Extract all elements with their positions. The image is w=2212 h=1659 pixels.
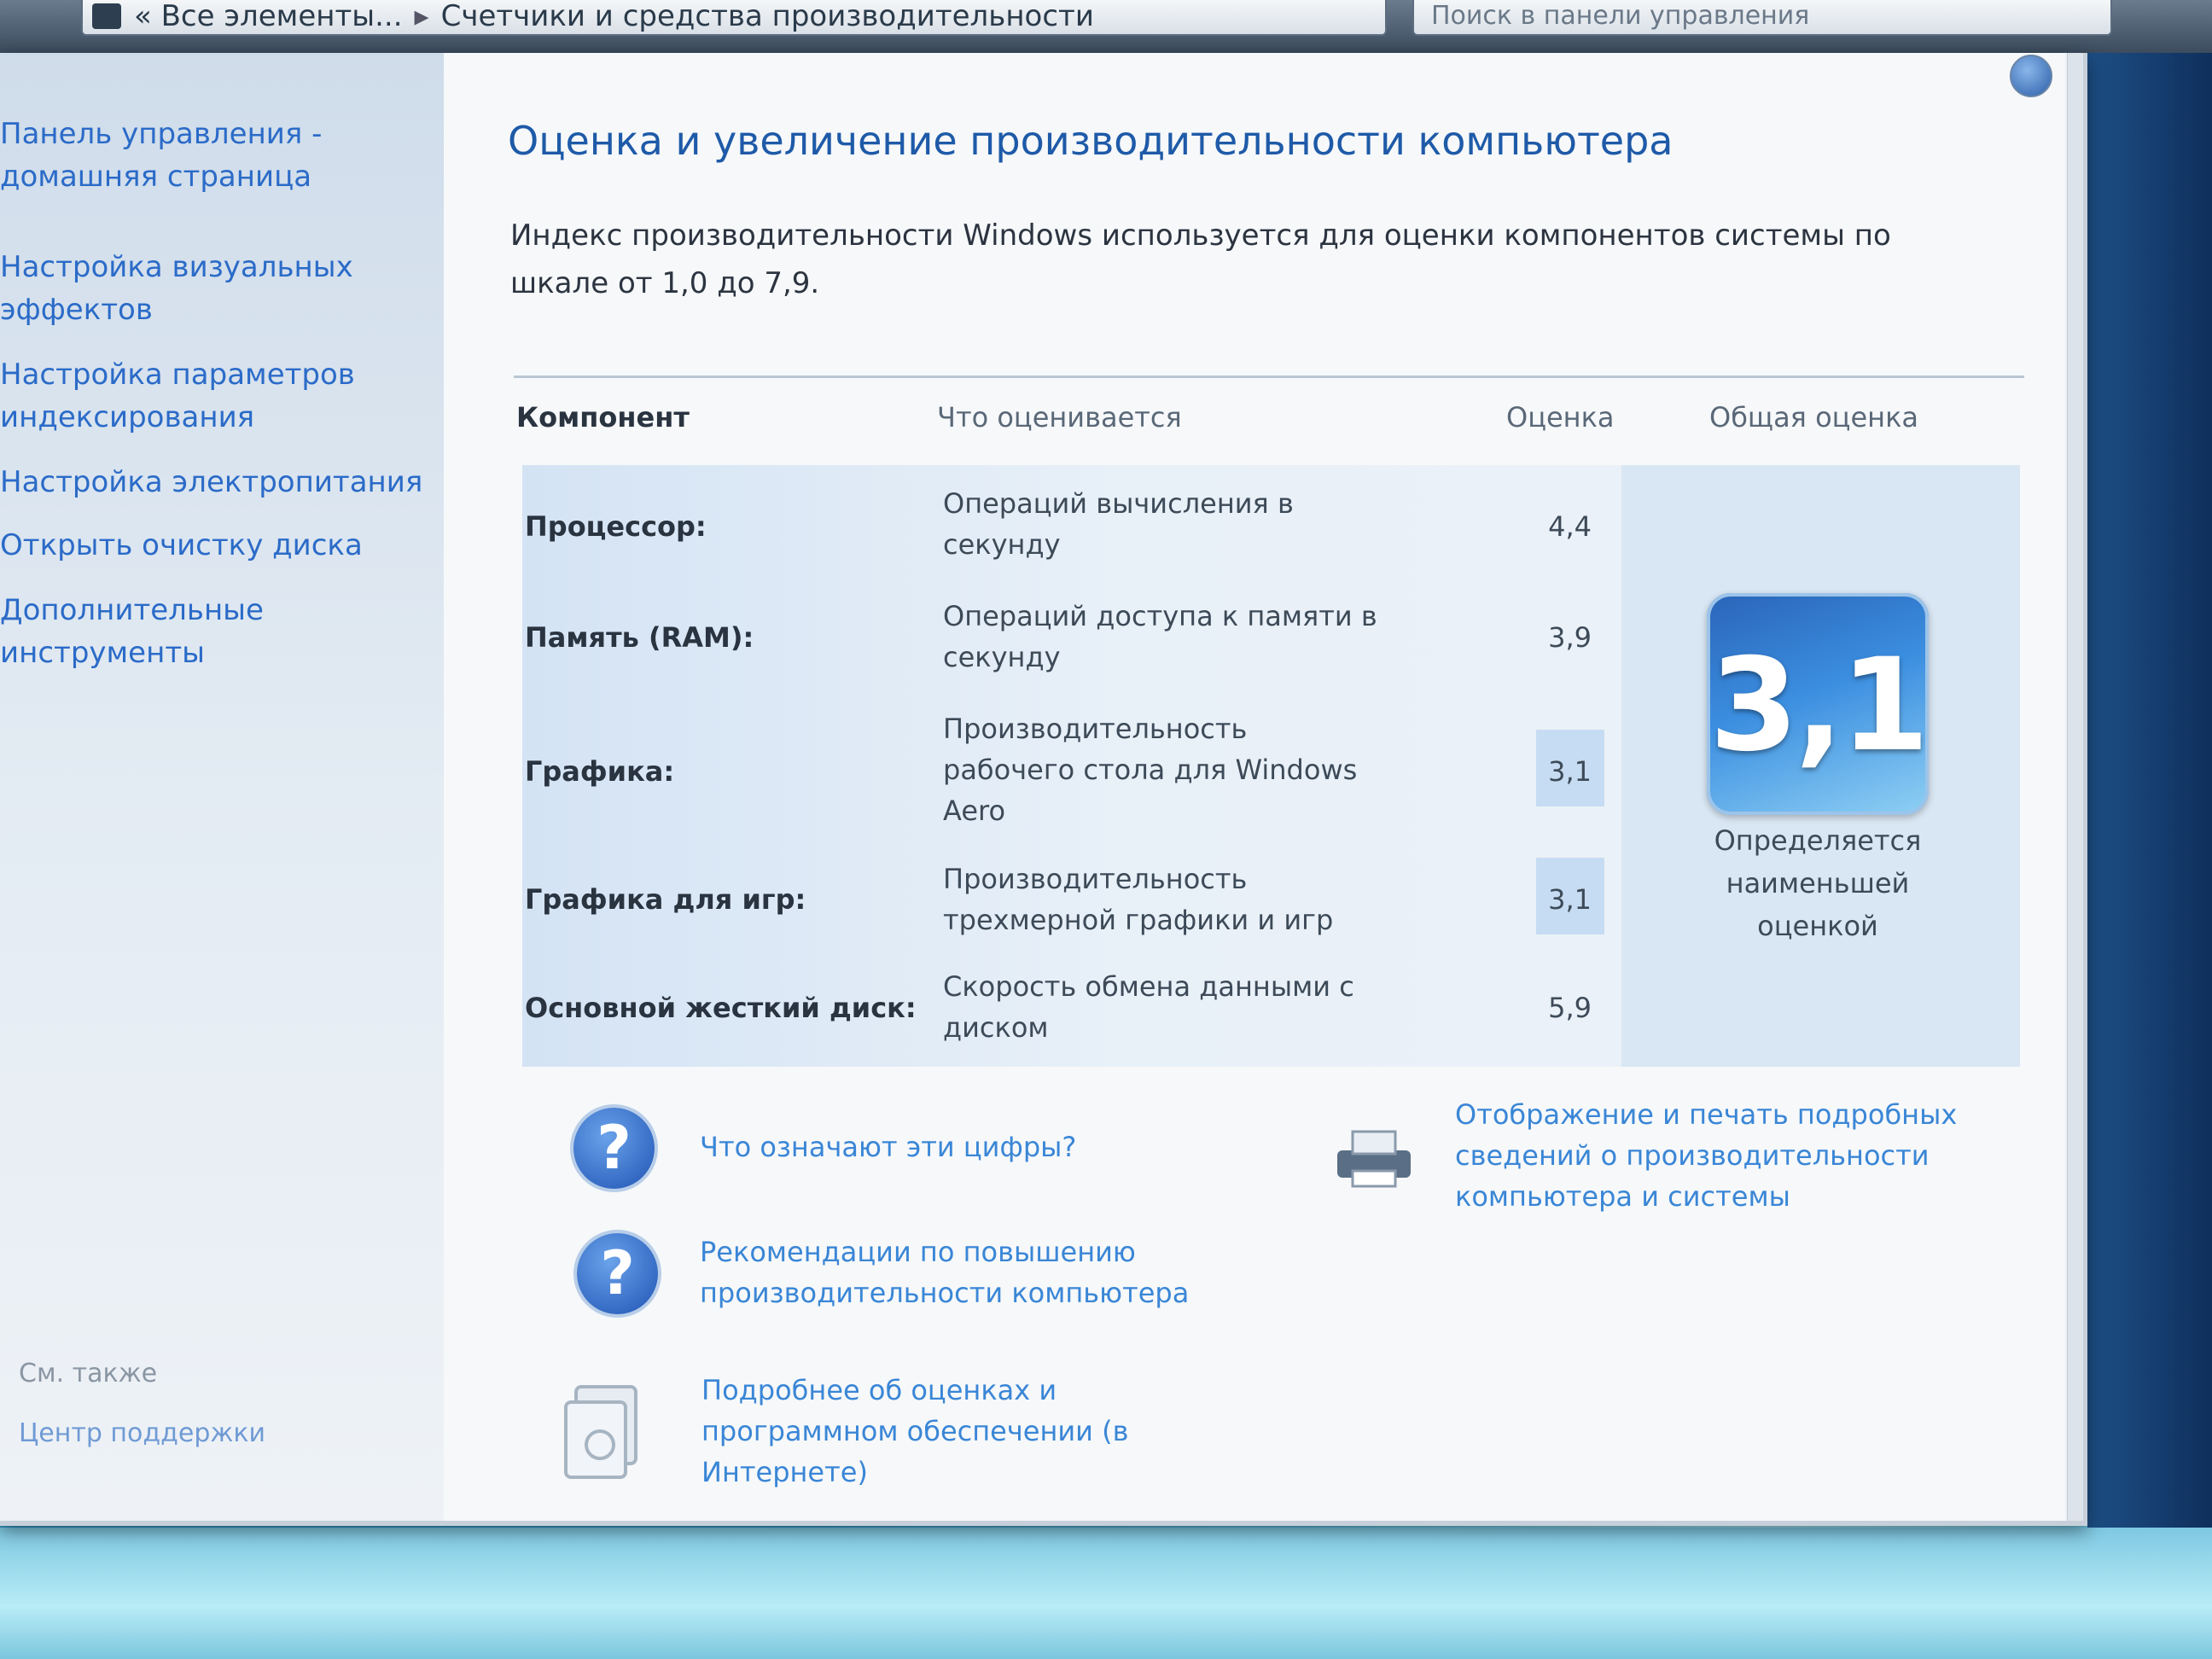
question-icon: ? <box>577 1233 658 1314</box>
sidebar-item-indexing[interactable]: Настройка параметров индексирования <box>0 353 427 439</box>
row-cpu-what: Операций вычисления в секунду <box>943 487 1294 561</box>
documents-icon <box>564 1385 637 1479</box>
desktop-wallpaper-strip <box>0 1528 2212 1659</box>
see-also-heading: См. также <box>19 1359 158 1388</box>
desktop-wallpaper-right <box>2087 53 2212 1528</box>
help-icon[interactable] <box>2010 55 2052 97</box>
breadcrumb-separator: ▸ <box>414 0 429 33</box>
sidebar-item-visual-effects[interactable]: Настройка визуальных эффектов <box>0 246 427 331</box>
row-disk-score: 5,9 <box>1548 992 1592 1024</box>
row-graphics-score: 3,1 <box>1548 755 1592 788</box>
row-gaming-what: Производительность трехмерной графики и … <box>943 863 1334 936</box>
row-ram-name: Память (RAM): <box>525 621 754 654</box>
page-description: Индекс производительности Windows исполь… <box>510 218 1891 300</box>
question-icon: ? <box>573 1108 655 1189</box>
breadcrumb-item-perf[interactable]: Счетчики и средства производительности <box>441 0 1094 33</box>
recommendations-link[interactable]: Рекомендации по повышению производительн… <box>700 1231 1297 1313</box>
row-graphics-what: Производительность рабочего стола для Wi… <box>943 713 1358 827</box>
sidebar-item-support-center[interactable]: Центр поддержки <box>19 1418 265 1448</box>
row-gaming-name: Графика для игр: <box>525 883 806 916</box>
col-header-overall: Общая оценка <box>1709 401 1918 434</box>
row-cpu-score: 4,4 <box>1548 510 1592 543</box>
window-titlebar: « Все элементы... ▸ Счетчики и средства пр… <box>0 0 2212 53</box>
page-title: Оценка и увеличение производительности к… <box>508 118 1674 164</box>
breadcrumb-item-all[interactable]: « Все элементы... <box>134 0 403 33</box>
row-graphics-name: Графика: <box>525 755 675 788</box>
header-divider <box>514 375 2024 378</box>
sidebar-item-power[interactable]: Настройка электропитания <box>0 461 427 504</box>
sidebar: Панель управления - домашняя страница На… <box>0 53 444 1521</box>
row-cpu-name: Процессор: <box>525 510 707 543</box>
row-disk-name: Основной жесткий диск: <box>525 992 917 1024</box>
overall-score-value: 3,1 <box>1709 632 1930 780</box>
col-header-component: Компонент <box>516 401 690 434</box>
row-ram-what: Операций доступа к памяти в секунду <box>943 600 1377 673</box>
row-disk-what: Скорость обмена данными с диском <box>943 970 1354 1044</box>
more-online-link[interactable]: Подробнее об оценках и программном обесп… <box>701 1370 1214 1493</box>
sidebar-item-disk-cleanup[interactable]: Открыть очистку диска <box>0 524 427 567</box>
overall-score-caption: Определяется наименьшей оценкой <box>1714 824 1922 942</box>
control-panel-icon <box>92 3 121 29</box>
print-details-link[interactable]: Отображение и печать подробных сведений … <box>1455 1094 2018 1217</box>
row-ram-score: 3,9 <box>1548 621 1592 654</box>
search-input[interactable]: Поиск в панели управления <box>1412 0 2112 36</box>
vertical-scrollbar[interactable] <box>2067 53 2083 1521</box>
sidebar-item-home[interactable]: Панель управления - домашняя страница <box>0 113 427 198</box>
row-gaming-score: 3,1 <box>1548 883 1592 916</box>
col-header-what: Что оценивается <box>937 401 1182 434</box>
what-numbers-mean-link[interactable]: Что означают эти цифры? <box>700 1126 1297 1167</box>
col-header-score: Оценка <box>1506 401 1615 434</box>
printer-icon <box>1337 1130 1411 1188</box>
breadcrumb[interactable]: « Все элементы... ▸ Счетчики и средства пр… <box>81 0 1387 36</box>
sidebar-item-advanced-tools[interactable]: Дополнительные инструменты <box>0 589 427 674</box>
